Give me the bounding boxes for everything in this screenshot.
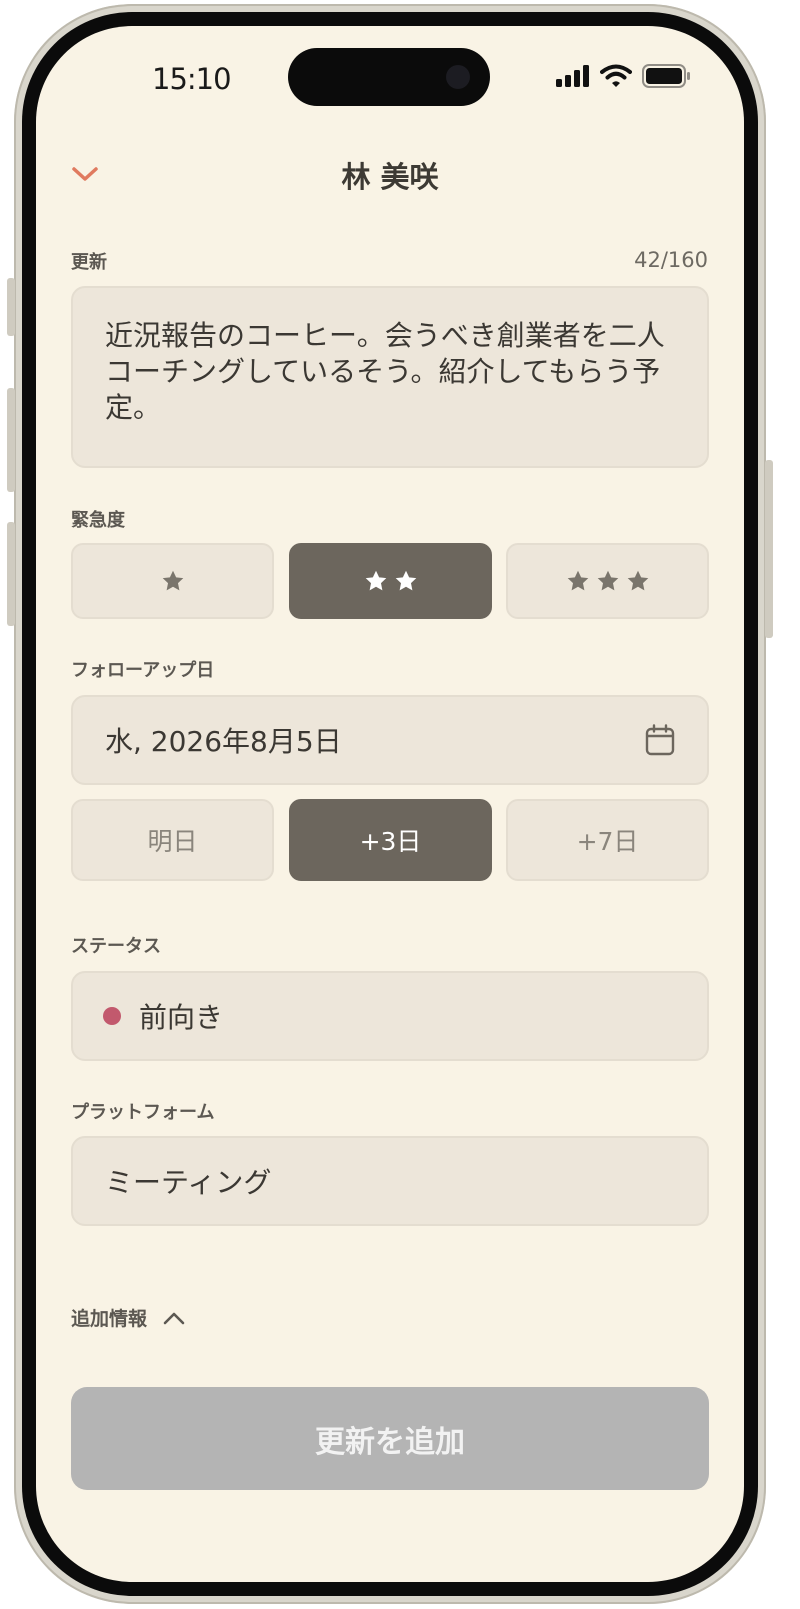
status-label: ステータス — [71, 936, 161, 957]
star-icon — [597, 570, 618, 591]
preset-label: 明日 — [147, 827, 198, 856]
calendar-icon — [645, 724, 675, 756]
preset-plus-3-days[interactable]: +3日 — [289, 799, 492, 881]
status-value: 前向き — [139, 1001, 224, 1034]
star-icon — [395, 570, 416, 591]
action-button — [7, 278, 15, 336]
platform-selector[interactable]: ミーティング — [71, 1136, 709, 1226]
star-rating — [160, 568, 186, 594]
star-icon — [627, 570, 648, 591]
urgency-option-3[interactable] — [506, 543, 709, 619]
star-icon — [162, 570, 183, 591]
status-selector[interactable]: 前向き — [71, 971, 709, 1061]
preset-plus-7-days[interactable]: +7日 — [506, 799, 709, 881]
follow-up-date-value: 水, 2026年8月5日 — [105, 725, 342, 758]
follow-up-date-field[interactable]: 水, 2026年8月5日 — [71, 695, 709, 785]
add-update-button[interactable]: 更新を追加 — [71, 1387, 709, 1490]
preset-label: +3日 — [359, 827, 422, 856]
preset-label: +7日 — [576, 827, 639, 856]
chevron-up-icon — [163, 1312, 185, 1324]
update-textarea[interactable]: 近況報告のコーヒー。会うべき創業者を二人コーチングしているそう。紹介してもらう予… — [71, 286, 709, 468]
update-label: 更新 — [71, 252, 107, 273]
more-info-toggle[interactable]: 追加情報 — [71, 1304, 185, 1331]
platform-label: プラットフォーム — [71, 1102, 215, 1123]
urgency-option-1[interactable] — [71, 543, 274, 619]
preset-tomorrow[interactable]: 明日 — [71, 799, 274, 881]
status-time: 15:10 — [152, 62, 232, 96]
urgency-option-2[interactable] — [289, 543, 492, 619]
urgency-label: 緊急度 — [71, 510, 125, 531]
dynamic-island — [288, 48, 490, 106]
more-info-label: 追加情報 — [71, 1308, 148, 1330]
power-button — [765, 460, 773, 638]
star-icon — [365, 570, 386, 591]
volume-up-button — [7, 388, 15, 492]
add-update-label: 更新を追加 — [315, 1424, 465, 1460]
star-rating — [363, 568, 419, 594]
battery-icon — [642, 64, 690, 88]
cellular-signal-icon — [556, 65, 589, 87]
star-rating — [565, 568, 651, 594]
star-icon — [567, 570, 588, 591]
screen: 15:10 林 美咲 更新 42/160 近況報告のコーヒー。会うべき創業者を二… — [36, 26, 744, 1582]
status-color-dot — [103, 1007, 121, 1025]
character-counter: 42/160 — [634, 248, 708, 272]
wifi-icon — [600, 64, 632, 87]
follow-up-label: フォローアップ日 — [71, 660, 215, 681]
page-title: 林 美咲 — [341, 160, 439, 194]
status-icons — [556, 64, 692, 88]
volume-down-button — [7, 522, 15, 626]
platform-value: ミーティング — [105, 1166, 272, 1199]
camera — [446, 65, 470, 89]
